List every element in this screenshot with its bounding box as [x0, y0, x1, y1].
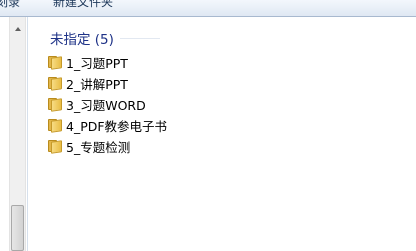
folder-icon	[48, 119, 62, 133]
group-title: 未指定 (5)	[50, 32, 114, 48]
pane-splitter[interactable]	[27, 17, 28, 251]
scroll-thumb[interactable]	[11, 205, 24, 251]
group-header[interactable]: 未指定 (5)	[50, 28, 160, 48]
scroll-up-button[interactable]	[10, 23, 25, 35]
list-item[interactable]: 3_习题WORD	[48, 94, 167, 115]
list-item[interactable]: 4_PDF教参电子书	[48, 115, 167, 136]
new-folder-button[interactable]: 新建文件夹	[53, 0, 113, 10]
file-list: 1_习题PPT 2_讲解PPT 3_习题WORD 4_PDF教参电子书 5_专题…	[48, 52, 167, 157]
explorer-window: 刻录 新建文件夹 未指定 (5) 1_习题PPT 2_讲解PPT 3_习题WOR…	[0, 0, 416, 251]
folder-name: 3_习题WORD	[66, 98, 146, 113]
folder-name: 5_专题检测	[66, 140, 131, 155]
folder-name: 4_PDF教参电子书	[66, 119, 168, 134]
folder-name: 2_讲解PPT	[66, 77, 128, 92]
folder-icon	[48, 98, 62, 112]
chevron-up-icon	[14, 27, 21, 31]
folder-name: 1_习题PPT	[66, 56, 128, 71]
group-divider	[119, 37, 160, 39]
folder-icon	[48, 77, 62, 91]
nav-scrollbar[interactable]	[9, 17, 26, 251]
list-item[interactable]: 2_讲解PPT	[48, 73, 167, 94]
folder-icon	[48, 56, 62, 70]
burn-button[interactable]: 刻录	[0, 0, 20, 10]
command-bar: 刻录 新建文件夹	[0, 0, 416, 17]
list-item[interactable]: 1_习题PPT	[48, 52, 167, 73]
list-item[interactable]: 5_专题检测	[48, 136, 167, 157]
folder-icon	[48, 140, 62, 154]
